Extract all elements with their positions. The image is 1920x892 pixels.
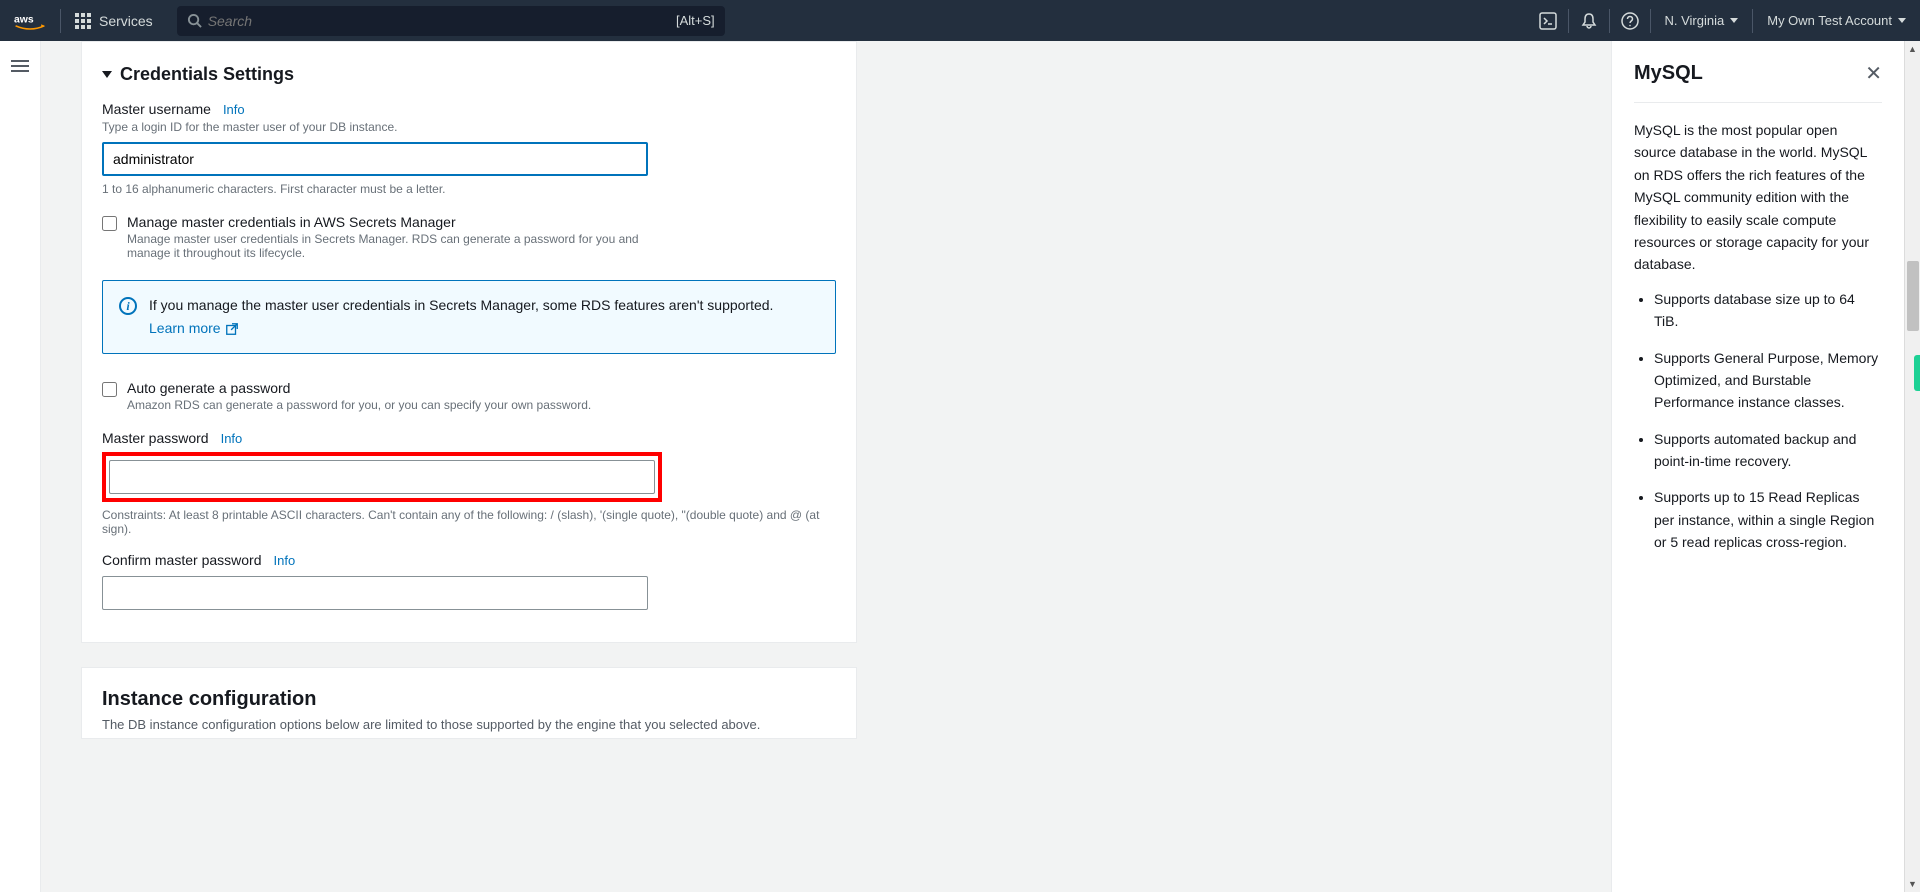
info-link[interactable]: Info [274, 553, 296, 568]
instance-config-subtitle: The DB instance configuration options be… [102, 717, 836, 732]
secrets-manager-label: Manage master credentials in AWS Secrets… [127, 214, 647, 230]
scroll-down-arrow[interactable]: ▼ [1905, 876, 1920, 892]
svg-text:aws: aws [14, 14, 34, 25]
account-label: My Own Test Account [1767, 13, 1892, 28]
secrets-manager-checkbox[interactable] [102, 216, 117, 231]
master-password-label: Master password [102, 430, 209, 446]
confirm-password-input[interactable] [102, 576, 648, 610]
master-password-input[interactable] [109, 460, 655, 494]
highlighted-password-box [102, 452, 662, 502]
notifications-button[interactable] [1569, 0, 1609, 41]
master-password-field: Master password Info Constraints: At lea… [102, 430, 836, 536]
page-scrollbar[interactable]: ▲ ▼ [1904, 41, 1920, 892]
confirm-password-label: Confirm master password [102, 552, 262, 568]
region-selector[interactable]: N. Virginia [1651, 0, 1753, 41]
section-title: Credentials Settings [120, 64, 294, 85]
top-navigation: aws Services [Alt+S] N. Virginia [0, 0, 1920, 41]
info-link[interactable]: Info [221, 431, 243, 446]
secrets-manager-desc: Manage master user credentials in Secret… [127, 232, 647, 260]
page-body: Credentials Settings Master username Inf… [0, 41, 1920, 892]
help-bullet: Supports database size up to 64 TiB. [1654, 288, 1882, 333]
topnav-left: aws Services [Alt+S] [0, 0, 725, 41]
secrets-manager-option: Manage master credentials in AWS Secrets… [102, 214, 836, 260]
help-button[interactable] [1610, 0, 1650, 41]
help-bullet: Supports General Purpose, Memory Optimiz… [1654, 347, 1882, 414]
learn-more-link[interactable]: Learn more [149, 318, 239, 339]
search-input[interactable] [208, 13, 676, 29]
help-panel: MySQL ✕ MySQL is the most popular open s… [1611, 41, 1904, 892]
instance-config-title: Instance configuration [102, 688, 836, 711]
topnav-right: N. Virginia My Own Test Account [1528, 0, 1920, 41]
autogen-password-option: Auto generate a password Amazon RDS can … [102, 380, 836, 412]
grid-icon [75, 13, 91, 29]
caret-down-icon [1730, 18, 1738, 23]
services-button[interactable]: Services [61, 0, 167, 41]
confirm-password-field: Confirm master password Info [102, 552, 836, 610]
master-username-label: Master username [102, 101, 211, 117]
sidebar-toggle[interactable] [11, 57, 29, 892]
caret-down-icon [1898, 18, 1906, 23]
bell-icon [1580, 12, 1598, 30]
master-username-help: Type a login ID for the master user of y… [102, 120, 836, 134]
left-rail [0, 41, 41, 892]
search-box[interactable]: [Alt+S] [177, 6, 725, 36]
master-username-field: Master username Info Type a login ID for… [102, 101, 836, 196]
services-label: Services [99, 13, 153, 29]
search-shortcut: [Alt+S] [676, 13, 715, 28]
instance-config-panel: Instance configuration The DB instance c… [81, 667, 857, 739]
help-panel-title: MySQL [1634, 62, 1703, 85]
autogen-password-desc: Amazon RDS can generate a password for y… [127, 398, 591, 412]
master-username-input[interactable] [102, 142, 648, 176]
scroll-thumb[interactable] [1907, 261, 1919, 331]
autogen-password-checkbox[interactable] [102, 382, 117, 397]
external-link-icon [225, 322, 239, 336]
master-username-constraint: 1 to 16 alphanumeric characters. First c… [102, 182, 836, 196]
aws-logo[interactable]: aws [0, 0, 60, 41]
search-icon [187, 13, 202, 28]
help-close-button[interactable]: ✕ [1865, 61, 1882, 86]
feedback-tab[interactable] [1914, 355, 1920, 391]
region-label: N. Virginia [1665, 13, 1725, 28]
scroll-up-arrow[interactable]: ▲ [1905, 41, 1920, 57]
master-password-constraint: Constraints: At least 8 printable ASCII … [102, 508, 832, 536]
cloudshell-button[interactable] [1528, 0, 1568, 41]
help-bullet: Supports up to 15 Read Replicas per inst… [1654, 486, 1882, 553]
main-content: Credentials Settings Master username Inf… [41, 41, 1611, 892]
help-bullet: Supports automated backup and point-in-t… [1654, 428, 1882, 473]
learn-more-label: Learn more [149, 318, 221, 339]
credentials-header[interactable]: Credentials Settings [102, 64, 836, 85]
help-icon [1621, 12, 1639, 30]
cloudshell-icon [1539, 12, 1557, 30]
help-body: MySQL is the most popular open source da… [1634, 119, 1882, 554]
info-icon: i [119, 297, 137, 315]
credentials-panel: Credentials Settings Master username Inf… [81, 41, 857, 643]
info-link[interactable]: Info [223, 102, 245, 117]
help-feature-list: Supports database size up to 64 TiB. Sup… [1634, 288, 1882, 554]
account-selector[interactable]: My Own Test Account [1753, 0, 1920, 41]
info-alert-text: If you manage the master user credential… [149, 297, 773, 313]
help-description: MySQL is the most popular open source da… [1634, 119, 1882, 276]
autogen-password-label: Auto generate a password [127, 380, 591, 396]
secrets-info-alert: i If you manage the master user credenti… [102, 280, 836, 354]
collapse-icon [102, 71, 112, 78]
